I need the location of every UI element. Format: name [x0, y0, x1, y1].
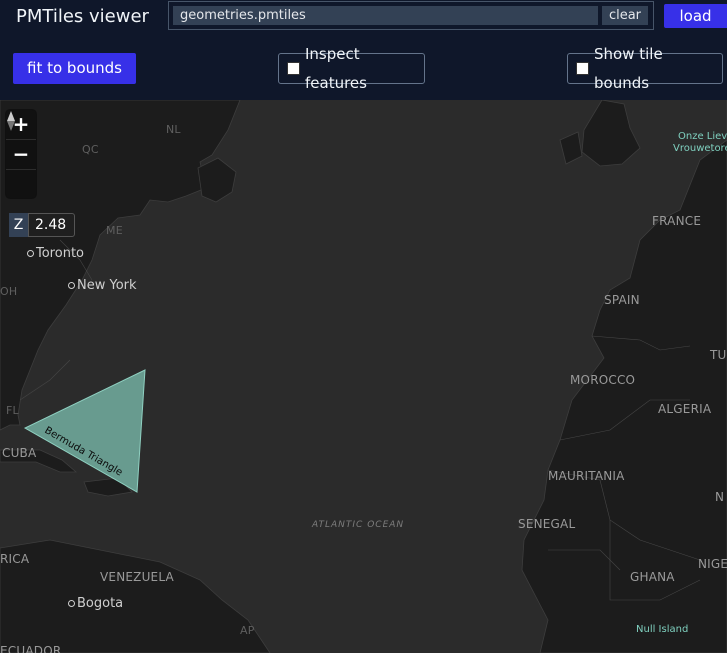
city-label-toronto: Toronto: [27, 246, 84, 261]
country-label-ghana: GHANA: [630, 570, 675, 584]
country-label-cuba: CUBA: [2, 446, 37, 460]
country-label-senegal: SENEGAL: [518, 517, 576, 531]
show-tile-bounds-toggle[interactable]: Show tile bounds: [567, 45, 723, 92]
country-label-spain: SPAIN: [604, 293, 640, 307]
city-dot-icon: [68, 600, 75, 607]
country-label-morocco: MOROCCO: [570, 373, 636, 387]
country-label-algeria: ALGERIA: [658, 402, 712, 416]
load-button[interactable]: load: [664, 4, 727, 28]
zoom-readout-value: 2.48: [28, 213, 76, 237]
url-bar: clear: [168, 1, 654, 30]
country-label-costa-rica: RICA: [0, 552, 30, 566]
clear-button[interactable]: clear: [602, 6, 648, 25]
place-label-vrouwetore: Vrouwetore: [673, 143, 727, 154]
country-label-partial-n: N: [715, 490, 725, 504]
south-america-land: [0, 539, 271, 653]
country-label-mauritania: MAURITANIA: [548, 469, 625, 483]
zoom-readout: Z 2.48: [9, 213, 76, 237]
country-label-niger: NIGE: [698, 557, 727, 571]
pmtiles-url-input[interactable]: [173, 6, 598, 25]
region-label-ap: AP: [240, 624, 255, 637]
region-label-oh: OH: [0, 285, 18, 298]
country-label-france: FRANCE: [652, 214, 702, 228]
compass-button[interactable]: [6, 111, 36, 199]
ireland-land: [559, 131, 583, 165]
city-label-new-york: New York: [68, 278, 137, 293]
navigation-control: + −: [6, 110, 36, 198]
region-label-nl: NL: [166, 123, 181, 136]
inspect-features-checkbox[interactable]: [287, 62, 300, 75]
city-dot-icon: [27, 250, 34, 257]
show-tile-bounds-checkbox[interactable]: [576, 62, 589, 75]
app-root: PMTiles viewer clear load fit to bounds …: [0, 0, 727, 653]
region-label-me: ME: [106, 224, 123, 237]
zoom-readout-label: Z: [9, 213, 28, 237]
region-label-fl: FL: [6, 404, 19, 417]
region-label-qc: QC: [82, 143, 99, 156]
bermuda-triangle-feature[interactable]: [23, 369, 146, 493]
newfoundland-land: [197, 157, 237, 203]
show-tile-bounds-label: Show tile bounds: [594, 44, 663, 92]
city-dot-icon: [68, 282, 75, 289]
country-label-tunisia: TU: [710, 348, 727, 362]
place-label-null-island: Null Island: [636, 624, 689, 635]
uk-land: [581, 100, 641, 167]
city-label-bogota: Bogota: [68, 596, 123, 611]
country-label-ecuador: ECUADOR: [0, 644, 62, 653]
zoom-out-button[interactable]: −: [6, 140, 36, 170]
app-title: PMTiles viewer: [16, 6, 149, 27]
country-label-venezuela: VENEZUELA: [100, 570, 174, 584]
compass-icon: [7, 111, 15, 131]
header-bar: PMTiles viewer clear load fit to bounds …: [0, 0, 727, 100]
fit-to-bounds-button[interactable]: fit to bounds: [13, 53, 136, 84]
inspect-features-toggle[interactable]: Inspect features: [278, 45, 425, 92]
inspect-features-label: Inspect features: [305, 44, 367, 92]
north-america-land: [0, 100, 241, 431]
ocean-label: ATLANTIC OCEAN: [312, 520, 405, 530]
place-label-onze-lieve: Onze Lieve: [678, 131, 727, 142]
map-canvas[interactable]: Bermuda Triangle + − Z 2.48 Toronto New …: [0, 100, 727, 653]
